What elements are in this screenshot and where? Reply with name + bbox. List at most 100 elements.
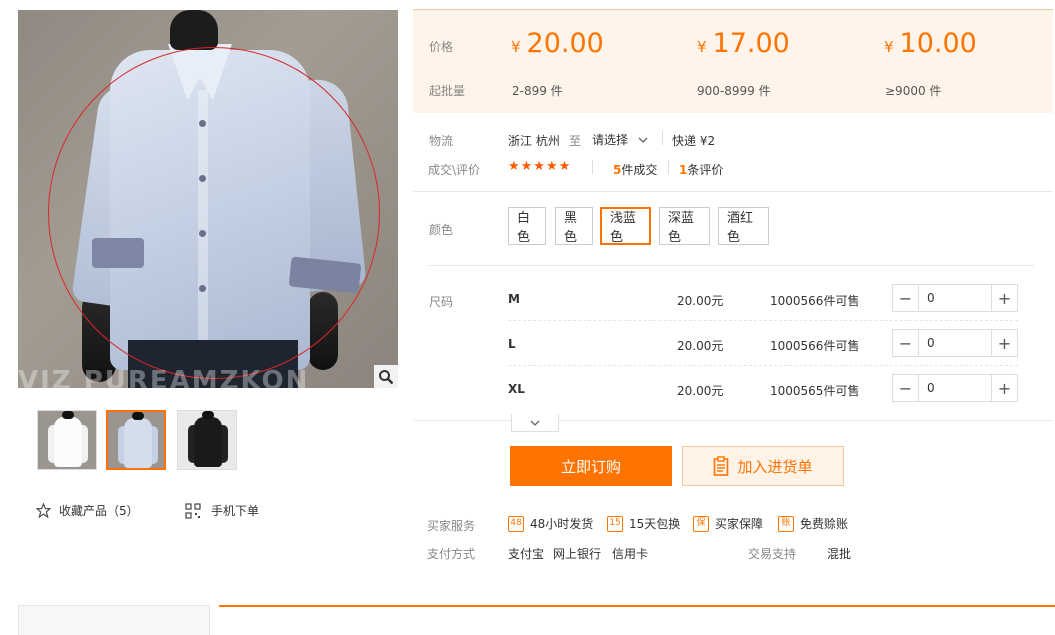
separator bbox=[668, 160, 669, 174]
color-option-white[interactable]: 白色 bbox=[508, 207, 546, 245]
increase-button[interactable]: + bbox=[991, 330, 1017, 356]
service-label: 15天包换 bbox=[629, 517, 681, 531]
reviews-label: 成交\评价 bbox=[428, 163, 481, 177]
mannequin-neck bbox=[170, 10, 218, 50]
size-stock: 1000566件可售 bbox=[770, 339, 860, 353]
star-outline-icon bbox=[36, 503, 51, 518]
service-label: 48小时发货 bbox=[530, 517, 594, 531]
separator bbox=[662, 131, 663, 145]
add-to-cart-label: 加入进货单 bbox=[737, 457, 813, 476]
trade-support-label: 交易支持 bbox=[748, 547, 797, 561]
section-divider bbox=[413, 191, 1053, 192]
mobile-order-link[interactable]: 手机下单 bbox=[185, 502, 259, 519]
logistics-label: 物流 bbox=[429, 134, 454, 148]
payment-credit-card: 信用卡 bbox=[612, 547, 649, 561]
main-product-image[interactable]: VIZ PUREAMZKON bbox=[18, 10, 398, 388]
detail-tabs-bar bbox=[219, 605, 1055, 635]
separator bbox=[592, 160, 593, 174]
thumbnail-white-shirt[interactable] bbox=[37, 410, 97, 470]
size-stock: 1000565件可售 bbox=[770, 384, 860, 398]
exchange-15day-icon: 15 bbox=[607, 515, 623, 532]
decrease-button[interactable]: − bbox=[893, 285, 919, 311]
deals-suffix: 件成交 bbox=[621, 163, 658, 177]
thumbnail-shirt bbox=[54, 417, 82, 467]
quantity-input[interactable]: 0 bbox=[919, 375, 991, 401]
decrease-button[interactable]: − bbox=[893, 375, 919, 401]
credit-icon: 账 bbox=[778, 515, 794, 532]
currency-symbol: ¥ bbox=[697, 38, 707, 56]
row-divider bbox=[508, 320, 1018, 321]
review-count-link[interactable]: 1条评价 bbox=[679, 161, 723, 178]
size-price: 20.00元 bbox=[677, 294, 724, 308]
shipping-48h-icon: 48 bbox=[508, 515, 524, 532]
service-48h-shipping[interactable]: 48 48小时发货 bbox=[508, 515, 593, 532]
favorite-label: 收藏产品（5） bbox=[59, 504, 139, 518]
qty-range-1: 2-899 件 bbox=[512, 84, 563, 98]
color-option-black[interactable]: 黑色 bbox=[555, 207, 593, 245]
zoom-button[interactable] bbox=[374, 365, 398, 388]
quantity-stepper: − 0 + bbox=[892, 374, 1018, 402]
size-name: XL bbox=[508, 382, 525, 396]
size-price: 20.00元 bbox=[677, 339, 724, 353]
size-name: M bbox=[508, 292, 520, 306]
service-label: 买家保障 bbox=[715, 517, 764, 531]
service-free-credit[interactable]: 账 免费赊账 bbox=[778, 515, 848, 532]
service-buyer-protection[interactable]: 保 买家保障 bbox=[693, 515, 763, 532]
destination-select-value: 请选择 bbox=[592, 133, 629, 147]
thumbnail-black-shirt[interactable] bbox=[177, 410, 237, 470]
increase-button[interactable]: + bbox=[991, 375, 1017, 401]
currency-symbol: ¥ bbox=[511, 38, 521, 56]
qty-range-2: 900-8999 件 bbox=[697, 84, 771, 98]
highlight-circle bbox=[48, 47, 380, 379]
size-price: 20.00元 bbox=[677, 384, 724, 398]
increase-button[interactable]: + bbox=[991, 285, 1017, 311]
price-tier-1: ¥ 20.00 bbox=[511, 28, 604, 59]
color-option-wine-red[interactable]: 酒红色 bbox=[718, 207, 769, 245]
chevron-down-icon bbox=[530, 420, 540, 426]
review-suffix: 条评价 bbox=[687, 163, 724, 177]
ship-to-word: 至 bbox=[569, 134, 582, 148]
quantity-input[interactable]: 0 bbox=[919, 330, 991, 356]
chevron-down-icon bbox=[638, 137, 648, 143]
expand-sizes-button[interactable] bbox=[511, 414, 559, 432]
price-value: 20.00 bbox=[526, 28, 604, 59]
decrease-button[interactable]: − bbox=[893, 330, 919, 356]
mobile-order-label: 手机下单 bbox=[211, 504, 260, 518]
qty-range-3: ≥9000 件 bbox=[885, 84, 942, 98]
section-divider bbox=[428, 265, 1034, 266]
size-label: 尺码 bbox=[429, 295, 454, 309]
favorite-product-link[interactable]: 收藏产品（5） bbox=[36, 502, 139, 519]
clipboard-icon bbox=[714, 456, 729, 476]
qr-code-icon bbox=[185, 502, 201, 519]
payment-alipay: 支付宝 bbox=[508, 547, 545, 561]
add-to-cart-button[interactable]: 加入进货单 bbox=[682, 446, 844, 486]
thumbnail-shirt bbox=[124, 418, 152, 468]
price-value: 17.00 bbox=[712, 28, 790, 59]
payment-label: 支付方式 bbox=[427, 547, 476, 561]
price-tier-3: ¥ 10.00 bbox=[884, 28, 977, 59]
shipping-fee: 快递 ¥2 bbox=[672, 134, 716, 148]
thumbnail-head bbox=[132, 412, 144, 420]
shop-info-panel bbox=[18, 605, 210, 635]
order-now-button[interactable]: 立即订购 bbox=[510, 446, 672, 486]
image-watermark: VIZ PUREAMZKON bbox=[18, 366, 310, 388]
size-stock: 1000566件可售 bbox=[770, 294, 860, 308]
thumbnail-light-blue-shirt[interactable] bbox=[106, 410, 166, 470]
rating-stars: ★★★★★ bbox=[508, 159, 572, 174]
quantity-stepper: − 0 + bbox=[892, 284, 1018, 312]
price-tier-2: ¥ 17.00 bbox=[697, 28, 790, 59]
color-option-dark-blue[interactable]: 深蓝色 bbox=[659, 207, 710, 245]
ship-origin: 浙江 杭州 bbox=[508, 134, 560, 148]
thumbnail-shirt bbox=[194, 417, 222, 467]
service-15day-exchange[interactable]: 15 15天包换 bbox=[607, 515, 680, 532]
deals-count-link[interactable]: 5件成交 bbox=[613, 161, 657, 178]
quantity-input[interactable]: 0 bbox=[919, 285, 991, 311]
size-name: L bbox=[508, 337, 516, 351]
color-option-light-blue[interactable]: 浅蓝色 bbox=[600, 207, 651, 245]
color-label: 颜色 bbox=[429, 223, 454, 237]
service-label: 免费赊账 bbox=[800, 517, 849, 531]
thumbnail-head bbox=[62, 411, 74, 419]
destination-select[interactable]: 请选择 bbox=[592, 131, 648, 148]
quantity-stepper: − 0 + bbox=[892, 329, 1018, 357]
shield-icon: 保 bbox=[693, 515, 709, 532]
